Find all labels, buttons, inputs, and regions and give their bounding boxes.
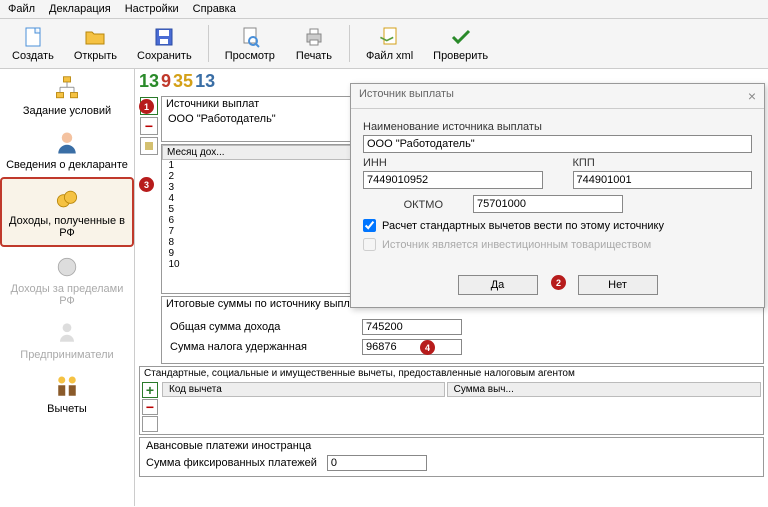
check-button[interactable]: Проверить [427, 23, 494, 64]
deductions-panel: Стандартные, социальные и имущественные … [139, 366, 764, 435]
advance-input[interactable] [327, 455, 427, 471]
preview-button[interactable]: Просмотр [219, 23, 281, 64]
sidebar-income-rf[interactable]: Доходы, полученные в РФ [0, 177, 134, 247]
save-button[interactable]: Сохранить [131, 23, 198, 64]
open-button[interactable]: Открыть [68, 23, 123, 64]
print-button[interactable]: Печать [289, 23, 339, 64]
add-deduction-button[interactable] [142, 382, 158, 398]
deductions-table[interactable]: Код вычетаСумма выч... [160, 380, 763, 434]
source-dialog: Источник выплаты × Наименование источника… [350, 83, 765, 308]
oktmo-label: ОКТМО [363, 199, 443, 211]
dialog-title: Источник выплаты [359, 88, 454, 104]
tax-withheld-label: Сумма налога удержанная [170, 341, 350, 353]
toolbar: Создать Открыть Сохранить Просмотр Печат… [0, 19, 768, 69]
step-badge-1: 1 [139, 99, 154, 114]
yes-button[interactable]: Да [458, 275, 538, 295]
std-deduction-label: Расчет стандартных вычетов вести по этом… [382, 220, 664, 232]
edit-source-button[interactable] [140, 137, 158, 155]
step-badge-4: 4 [420, 340, 435, 355]
edit-deduction-button[interactable] [142, 416, 158, 432]
sidebar-deductions[interactable]: Вычеты [0, 367, 134, 421]
tax-withheld-input[interactable] [362, 339, 462, 355]
total-income-input[interactable] [362, 319, 462, 335]
sidebar-entrepreneurs[interactable]: Предприниматели [0, 313, 134, 367]
inn-label: ИНН [363, 157, 543, 169]
deductions-header: Стандартные, социальные и имущественные … [140, 367, 763, 380]
investment-checkbox [363, 238, 376, 251]
sidebar-conditions[interactable]: Задание условий [0, 69, 134, 123]
menu-help[interactable]: Справка [193, 3, 236, 15]
menu-settings[interactable]: Настройки [125, 3, 179, 15]
step-badge-3: 3 [139, 177, 154, 192]
investment-label: Источник является инвестиционным товарищ… [382, 239, 651, 251]
step-badge-2: 2 [551, 275, 566, 290]
kpp-label: КПП [573, 157, 753, 169]
source-name-label: Наименование источника выплаты [363, 121, 752, 133]
std-deduction-checkbox[interactable] [363, 219, 376, 232]
source-name-input[interactable] [363, 135, 752, 153]
advance-panel: Авансовые платежи иностранца Сумма фикси… [139, 437, 764, 477]
remove-source-button[interactable] [140, 117, 158, 135]
xml-button[interactable]: Файл xml [360, 23, 419, 64]
menu-file[interactable]: Файл [8, 3, 35, 15]
kpp-input[interactable] [573, 171, 753, 189]
total-income-label: Общая сумма дохода [170, 321, 350, 333]
menu-declaration[interactable]: Декларация [49, 3, 111, 15]
advance-header: Авансовые платежи иностранца [146, 440, 757, 452]
sidebar: Задание условий Сведения о декларанте До… [0, 69, 135, 506]
oktmo-input[interactable] [473, 195, 623, 213]
sidebar-income-foreign[interactable]: Доходы за пределами РФ [0, 247, 134, 313]
menu-bar: Файл Декларация Настройки Справка [0, 0, 768, 19]
remove-deduction-button[interactable] [142, 399, 158, 415]
sidebar-declarant[interactable]: Сведения о декларанте [0, 123, 134, 177]
inn-input[interactable] [363, 171, 543, 189]
new-button[interactable]: Создать [6, 23, 60, 64]
advance-label: Сумма фиксированных платежей [146, 457, 317, 469]
no-button[interactable]: Нет [578, 275, 658, 295]
close-icon[interactable]: × [748, 88, 756, 104]
